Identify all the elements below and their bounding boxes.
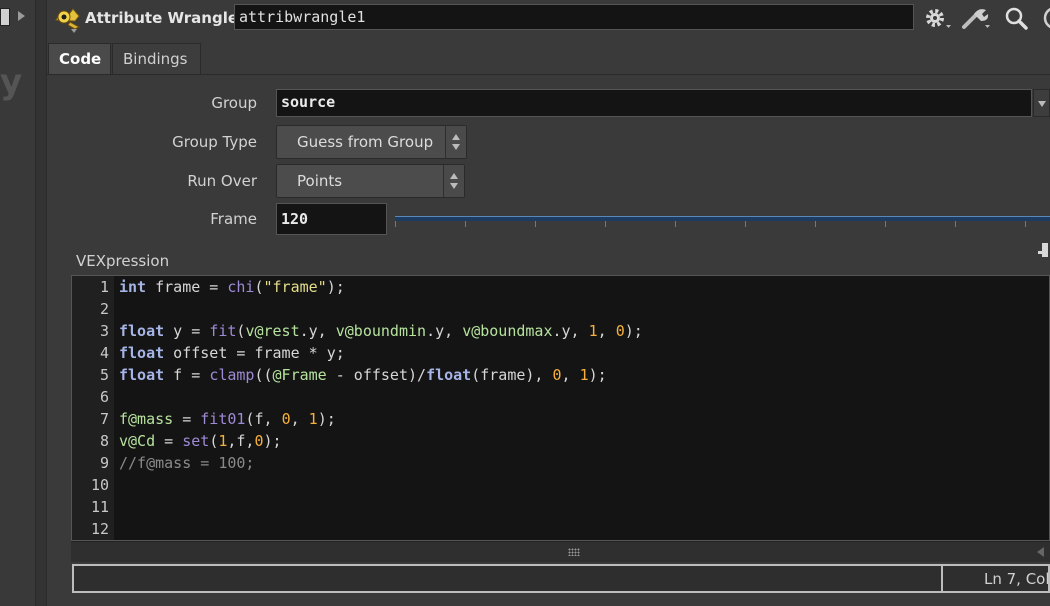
pane-divider[interactable] (36, 0, 47, 606)
line-number: 2 (99, 300, 109, 318)
group-field[interactable]: source (276, 89, 1032, 117)
line-number: 8 (99, 432, 109, 450)
group-type-menu[interactable]: Guess from Group (276, 125, 467, 159)
cursor-position: Ln 7, Col (984, 570, 1050, 588)
vexpression-label: VEXpression (76, 252, 170, 270)
code-line: f@mass = fit01(f, 0, 1); (119, 410, 336, 428)
scroll-left-arrow-icon[interactable] (1037, 547, 1044, 557)
line-number: 4 (99, 344, 109, 362)
vex-code-editor[interactable]: 1 2 3 4 5 6 7 8 9 10 11 12 int frame = c… (71, 275, 1050, 541)
run-over-value: Points (297, 172, 343, 190)
tab-bindings[interactable]: Bindings (112, 43, 201, 74)
code-line: float y = fit(v@rest.y, v@boundmin.y, v@… (119, 322, 643, 340)
parameter-editor: Attribute Wrangle Code Bindings Group so… (47, 0, 1050, 606)
run-over-label: Run Over (187, 172, 257, 190)
line-number: 9 (99, 454, 109, 472)
help-icon[interactable] (1039, 5, 1050, 31)
slider-tick (465, 221, 466, 227)
horizontal-scrollbar[interactable] (71, 541, 1050, 562)
expand-editor-icon[interactable] (1038, 243, 1048, 257)
chevron-down-icon (1038, 101, 1046, 107)
node-name-input[interactable] (234, 4, 914, 30)
resize-grip-icon[interactable] (568, 548, 580, 556)
slider-tick (815, 221, 816, 227)
menu-spinner-icon (445, 126, 466, 158)
line-number: 12 (90, 520, 109, 538)
line-number: 1 (99, 278, 109, 296)
code-line: float f = clamp((@Frame - offset)/float(… (119, 366, 607, 384)
slider-tick (395, 221, 396, 227)
line-number: 3 (99, 322, 109, 340)
menu-spinner-icon (443, 165, 464, 197)
frame-slider[interactable] (395, 216, 1050, 221)
line-number: 5 (99, 366, 109, 384)
frame-field[interactable]: 120 (276, 203, 387, 235)
panel-toggle-icon[interactable] (0, 8, 10, 26)
code-line: int frame = chi("frame"); (119, 278, 345, 296)
left-pane-strip: y (0, 0, 36, 606)
gear-icon[interactable] (922, 5, 952, 31)
slider-tick (885, 221, 886, 227)
search-icon[interactable] (1002, 5, 1032, 31)
code-line: float offset = frame * y; (119, 344, 345, 362)
editor-status-bar: Ln 7, Col (72, 564, 1050, 593)
slider-tick (1025, 221, 1026, 227)
node-type-label: Attribute Wrangle (85, 9, 239, 27)
frame-label: Frame (210, 210, 257, 228)
tab-code[interactable]: Code (48, 43, 111, 74)
line-number-gutter: 1 2 3 4 5 6 7 8 9 10 11 12 (72, 276, 114, 540)
run-over-menu[interactable]: Points (276, 164, 465, 198)
line-number: 6 (99, 388, 109, 406)
slider-tick (535, 221, 536, 227)
group-dropdown-button[interactable] (1033, 89, 1050, 117)
slider-tick (605, 221, 606, 227)
node-type-icon[interactable] (53, 3, 83, 33)
slider-tick (745, 221, 746, 227)
line-number: 7 (99, 410, 109, 428)
background-letter: y (0, 62, 23, 102)
wrench-icon[interactable] (961, 5, 991, 31)
group-type-label: Group Type (172, 133, 257, 151)
line-number: 11 (90, 498, 109, 516)
group-type-value: Guess from Group (297, 133, 434, 151)
status-separator (941, 566, 943, 591)
slider-tick (675, 221, 676, 227)
code-line: v@Cd = set(1,f,0); (119, 432, 282, 450)
node-header: Attribute Wrangle (47, 0, 1050, 38)
code-line: //f@mass = 100; (119, 454, 255, 472)
expand-arrow-icon[interactable] (18, 11, 25, 21)
slider-tick (955, 221, 956, 227)
group-label: Group (211, 94, 257, 112)
line-number: 10 (90, 476, 109, 494)
